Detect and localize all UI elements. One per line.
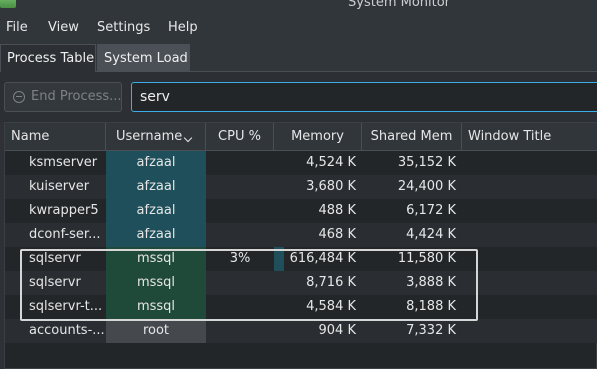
menu-bar: File View Settings Help (0, 14, 597, 44)
table-row[interactable]: dconf-ser... afzaal 468 K 4,424 K (5, 223, 597, 247)
table-row[interactable]: ksmserver afzaal 4,524 K 35,152 K (5, 151, 597, 175)
process-memory: 4,524 K (306, 155, 356, 170)
process-username: afzaal (106, 199, 206, 223)
system-monitor-icon (0, 0, 16, 8)
menu-view[interactable]: View (48, 20, 79, 35)
process-shared-mem: 6,172 K (406, 203, 456, 218)
search-input[interactable] (131, 82, 597, 112)
process-cpu (206, 175, 274, 199)
column-window-title[interactable]: Window Title (462, 123, 597, 151)
end-process-button[interactable]: End Process... (4, 82, 122, 112)
chevron-down-icon (183, 133, 193, 143)
tab-system-load[interactable]: System Load (97, 44, 190, 72)
process-name: ksmserver (29, 155, 98, 170)
title-bar: System Monitor (0, 0, 597, 14)
process-shared-mem: 7,332 K (406, 323, 456, 338)
process-memory: 468 K (318, 227, 356, 242)
process-cpu (206, 199, 274, 223)
process-name: dconf-ser... (29, 227, 101, 242)
column-shared-mem[interactable]: Shared Mem (362, 123, 462, 151)
process-cpu (206, 223, 274, 247)
process-shared-mem: 4,424 K (406, 227, 456, 242)
menu-help[interactable]: Help (168, 20, 198, 35)
window-title: System Monitor (348, 0, 451, 10)
column-cpu[interactable]: CPU % (206, 123, 274, 151)
process-memory: 904 K (318, 323, 356, 338)
table-row[interactable]: accounts-... root 904 K 7,332 K (5, 319, 597, 343)
tab-process-table[interactable]: Process Table (0, 44, 96, 72)
process-name: accounts-... (29, 323, 105, 338)
highlight-box (20, 249, 478, 321)
process-table: Name Username CPU % Memory Shared Mem Wi… (4, 122, 597, 369)
table-header: Name Username CPU % Memory Shared Mem Wi… (5, 123, 597, 151)
column-memory[interactable]: Memory (274, 123, 362, 151)
process-memory: 3,680 K (306, 179, 356, 194)
process-memory: 488 K (318, 203, 356, 218)
column-name[interactable]: Name (5, 123, 106, 151)
process-shared-mem: 24,400 K (397, 179, 456, 194)
process-cpu (206, 319, 274, 343)
process-name: kwrapper5 (29, 203, 99, 218)
process-username: afzaal (106, 175, 206, 199)
end-process-label: End Process... (31, 89, 122, 104)
table-row[interactable]: kwrapper5 afzaal 488 K 6,172 K (5, 199, 597, 223)
menu-settings[interactable]: Settings (97, 20, 150, 35)
process-name: kuiserver (29, 179, 90, 194)
process-username: afzaal (106, 223, 206, 247)
tab-bar: Process Table System Load (0, 44, 597, 72)
process-shared-mem: 35,152 K (397, 155, 456, 170)
process-username: root (106, 319, 206, 343)
menu-file[interactable]: File (6, 20, 28, 35)
table-row[interactable]: kuiserver afzaal 3,680 K 24,400 K (5, 175, 597, 199)
process-username: afzaal (106, 151, 206, 175)
stop-circle-icon (13, 91, 25, 103)
process-cpu (206, 151, 274, 175)
column-username-label: Username (116, 129, 183, 144)
toolbar: End Process... (0, 72, 597, 122)
column-username[interactable]: Username (106, 123, 206, 151)
